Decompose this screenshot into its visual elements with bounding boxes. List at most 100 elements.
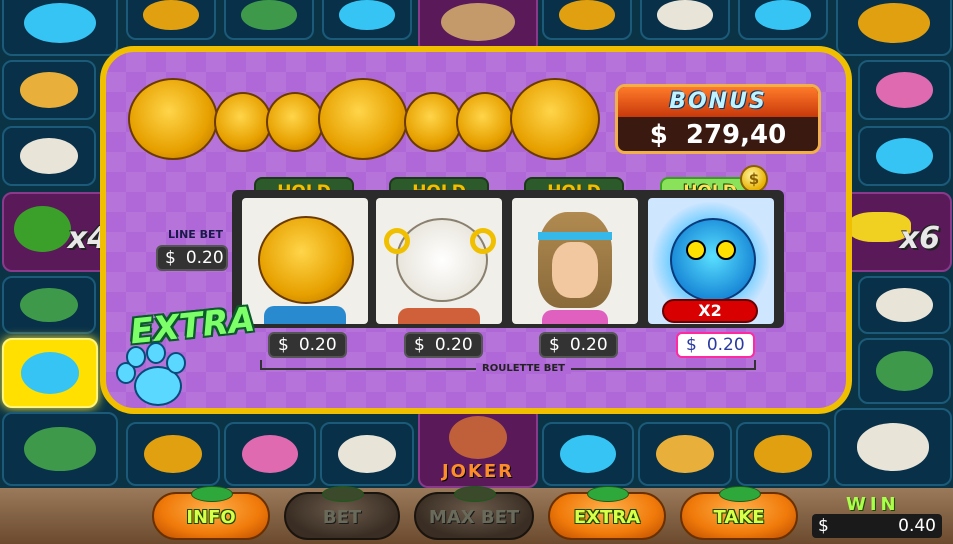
wolf-icon: [20, 287, 78, 323]
line-bet-label: LINE BET: [168, 228, 224, 241]
line-bet-display: $ 0.20: [156, 245, 228, 271]
leaf-icon: [322, 486, 364, 502]
wolf-icon: [24, 426, 96, 472]
board-tile-monkey: [836, 0, 952, 56]
board-tile-monkey: [542, 0, 632, 40]
paw-toe: [166, 352, 186, 374]
ram-icon: [876, 287, 933, 323]
paw-toe: [146, 342, 166, 364]
owl-icon: [876, 138, 933, 174]
owl-icon: [24, 3, 96, 43]
hippie-man-icon: [440, 2, 516, 42]
reel-2: [376, 198, 502, 324]
leaf-icon: [719, 486, 761, 502]
paw-toe: [126, 346, 146, 368]
reel-bet-value: 0.20: [706, 335, 745, 355]
board-tile-wolf: [2, 412, 118, 486]
roulette-bet-label: ROULETTE BET: [476, 363, 571, 374]
owl-icon: [339, 0, 395, 30]
wolf-icon: [876, 351, 933, 391]
multiplier-x6: x6: [899, 221, 940, 256]
owl-eye-left: [686, 240, 706, 260]
ram-icon: [856, 423, 930, 471]
board-tile-owl: [542, 422, 634, 486]
monkey-icon: [128, 78, 218, 160]
board-tile-ram: [320, 422, 414, 486]
coin-icon: $: [740, 165, 768, 193]
bet-button-label: BET: [322, 507, 362, 528]
board-tile-elephant: [858, 60, 951, 120]
reel-3: [512, 198, 638, 324]
board-tile-ram: [834, 408, 952, 486]
board-tile-owl: [2, 0, 118, 56]
wolf-icon: [241, 0, 297, 30]
reel-bet-4: $ 0.20: [676, 332, 755, 358]
owl-icon: [670, 218, 756, 302]
board-tile-tiger: [638, 422, 732, 486]
monkey-icon: [143, 0, 199, 30]
board-tile-owl: [858, 126, 951, 186]
reel-bet-currency: $: [278, 335, 289, 355]
monkey-icon: [258, 216, 354, 304]
reel-bet-1: $ 0.20: [268, 332, 347, 358]
reel-next-symbol: [398, 308, 480, 324]
reel-bet-value: 0.20: [434, 335, 473, 355]
info-button-label: INFO: [186, 507, 236, 528]
reel-bet-3: $ 0.20: [539, 332, 618, 358]
take-button[interactable]: TAKE: [680, 486, 798, 540]
owl-icon: [559, 434, 617, 474]
bonus-currency: $: [649, 120, 668, 150]
extra-button[interactable]: EXTRA: [548, 486, 666, 540]
board-tile-joker: JOKER: [418, 406, 538, 488]
max-bet-button[interactable]: MAX BET: [414, 486, 534, 540]
reel-bet-currency: $: [686, 335, 697, 355]
bonus-title: BONUS: [618, 87, 818, 117]
reel-1: [242, 198, 368, 324]
tiger-icon: [656, 434, 714, 474]
win-value: 0.40: [898, 516, 936, 536]
line-bet-value: 0.20: [185, 248, 224, 268]
board-tile-ram: [640, 0, 730, 40]
multiplier-badge: X2: [662, 299, 758, 323]
bonus-amount: $ 279,40: [618, 117, 818, 151]
take-button-label: TAKE: [713, 507, 765, 528]
monkey-icon: [214, 92, 272, 152]
line-bet-currency: $: [165, 248, 176, 268]
board-tile-owl-highlighted: [2, 338, 98, 408]
info-button[interactable]: INFO: [152, 486, 270, 540]
board-tile-monkey: [126, 0, 216, 40]
board-tile-monkey: [126, 422, 220, 486]
reel-bet-currency: $: [414, 335, 425, 355]
board-tile-wolf: [2, 276, 96, 334]
monkey-icon: [456, 92, 514, 152]
ram-horn-right: [470, 228, 496, 254]
leaf-icon: [454, 486, 496, 502]
win-currency: $: [818, 516, 829, 536]
apple-icon: [14, 206, 71, 252]
ram-icon: [657, 0, 713, 30]
headband: [538, 232, 612, 240]
monkey-icon: [754, 434, 812, 474]
board-tile-elephant: [224, 422, 316, 486]
board-tile-tiger: [2, 60, 96, 120]
board-tile-ram: [2, 126, 96, 186]
extra-button-label: EXTRA: [573, 507, 641, 528]
leaf-icon: [191, 486, 233, 502]
reel-next-symbol: [542, 310, 608, 324]
win-label: WIN: [846, 494, 900, 515]
win-display: $ 0.40: [812, 514, 942, 538]
bet-button[interactable]: BET: [284, 486, 400, 540]
bonus-value: 279,40: [685, 120, 787, 150]
monkey-icon: [266, 92, 324, 152]
owl-icon: [755, 0, 811, 30]
reel-bet-currency: $: [549, 335, 560, 355]
monkey-icon: [559, 0, 615, 30]
tiger-icon: [20, 72, 78, 108]
owl-eye-right: [716, 240, 736, 260]
board-tile-owl: [322, 0, 412, 40]
face: [552, 242, 598, 298]
leaf-icon: [587, 486, 629, 502]
reel-bet-value: 0.20: [298, 335, 337, 355]
board-tile-wolf: [858, 338, 951, 404]
board-tile-ram: [858, 276, 951, 334]
